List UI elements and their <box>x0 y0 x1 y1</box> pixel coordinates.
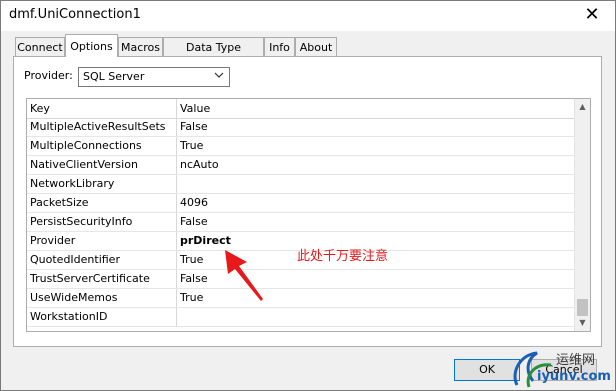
row-key: PacketSize <box>27 194 177 212</box>
tab-connect[interactable]: Connect <box>15 37 65 56</box>
table-row[interactable]: WorkstationID <box>27 308 575 327</box>
table-row[interactable]: NativeClientVersion ncAuto <box>27 156 575 175</box>
table-row[interactable]: MultipleActiveResultSets False <box>27 118 575 137</box>
tab-data-type-mapping[interactable]: Data Type Mapping <box>163 37 264 73</box>
table-row[interactable]: MultipleConnections True <box>27 137 575 156</box>
tab-about[interactable]: About <box>295 37 337 56</box>
provider-label: Provider: <box>24 69 73 82</box>
column-header-key[interactable]: Key <box>27 99 177 118</box>
scroll-thumb[interactable] <box>577 299 588 316</box>
provider-value: SQL Server <box>83 70 145 83</box>
tab-options[interactable]: Options <box>65 34 118 57</box>
row-key: UseWideMemos <box>27 289 177 307</box>
row-key: NativeClientVersion <box>27 156 177 174</box>
row-key: NetworkLibrary <box>27 175 177 193</box>
row-key: MultipleConnections <box>27 137 177 155</box>
grid-rows: MultipleActiveResultSets False MultipleCo… <box>27 118 575 327</box>
column-header-value[interactable]: Value <box>177 99 575 118</box>
row-value[interactable] <box>177 175 575 193</box>
vertical-scrollbar[interactable]: ▲ ▼ <box>574 99 590 331</box>
grid-header: Key Value <box>27 99 575 119</box>
scroll-up-icon[interactable]: ▲ <box>575 99 590 115</box>
row-value[interactable]: 4096 <box>177 194 575 212</box>
table-row[interactable]: PersistSecurityInfo False <box>27 213 575 232</box>
table-row[interactable]: UseWideMemos True <box>27 289 575 308</box>
scroll-down-icon[interactable]: ▼ <box>575 315 590 331</box>
row-value[interactable]: True <box>177 289 575 307</box>
tab-macros[interactable]: Macros <box>118 37 163 56</box>
row-value[interactable]: ncAuto <box>177 156 575 174</box>
watermark-text-cn: 运维网 <box>556 353 596 368</box>
annotation-note: 此处千万要注意 <box>297 249 389 264</box>
row-key: MultipleActiveResultSets <box>27 118 177 136</box>
row-key: QuotedIdentifier <box>27 251 177 269</box>
table-row[interactable]: PacketSize 4096 <box>27 194 575 213</box>
tab-info[interactable]: Info <box>264 37 295 56</box>
close-icon[interactable]: ✕ <box>581 4 603 26</box>
row-value[interactable]: False <box>177 118 575 136</box>
row-value[interactable]: False <box>177 270 575 288</box>
row-value[interactable]: True <box>177 137 575 155</box>
row-value[interactable]: False <box>177 213 575 231</box>
row-key: WorkstationID <box>27 308 177 326</box>
window-title: dmf.UniConnection1 <box>9 7 141 22</box>
table-row[interactable]: TrustServerCertificate False <box>27 270 575 289</box>
title-bar: dmf.UniConnection1 ✕ <box>1 1 615 31</box>
options-panel: Provider: SQL Server Key Value MultipleA… <box>13 56 602 347</box>
watermark-text-domain: iyunv.com <box>537 369 611 384</box>
provider-select[interactable]: SQL Server <box>78 67 230 87</box>
row-key: Provider <box>27 232 177 250</box>
options-grid: Key Value MultipleActiveResultSets False … <box>26 98 591 332</box>
chevron-down-icon <box>214 72 224 78</box>
table-row[interactable]: NetworkLibrary <box>27 175 575 194</box>
row-key: TrustServerCertificate <box>27 270 177 288</box>
watermark-logo: 运维网 iyunv.com <box>507 345 615 390</box>
row-value[interactable] <box>177 308 575 326</box>
dialog-window: dmf.UniConnection1 ✕ Connect Options Mac… <box>0 0 616 391</box>
row-key: PersistSecurityInfo <box>27 213 177 231</box>
